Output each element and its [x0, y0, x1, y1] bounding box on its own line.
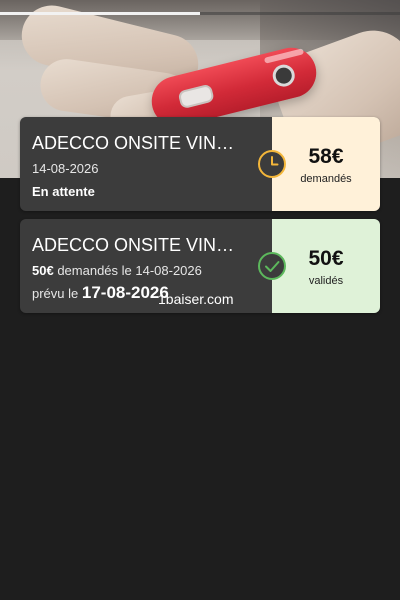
watermark: 1baiser.com: [158, 291, 234, 307]
planned-line: prévu le 17-08-2026: [32, 283, 169, 303]
requested-text: demandés le 14-08-2026: [57, 263, 202, 278]
card-details: ADECCO ONSITE VIN… 14-08-2026 En attente: [20, 117, 272, 211]
app-screen: ADECCO ONSITE VIN… 14-08-2026 En attente…: [0, 0, 400, 600]
phone-button: [177, 83, 215, 110]
advance-request-card[interactable]: ADECCO ONSITE VIN… 14-08-2026 En attente…: [20, 117, 380, 211]
phone-camera: [270, 62, 298, 89]
requested-line: 50€ demandés le 14-08-2026: [32, 263, 202, 278]
story-progress-fill: [0, 12, 200, 15]
card-details: ADECCO ONSITE VIN… 50€ demandés le 14-08…: [20, 219, 272, 313]
story-progress-bar: [0, 12, 400, 15]
employer-name: ADECCO ONSITE VIN…: [32, 235, 235, 255]
amount-label: validés: [308, 275, 344, 287]
amount-label: demandés: [300, 173, 352, 185]
employer-name: ADECCO ONSITE VIN…: [32, 133, 235, 153]
request-date: 14-08-2026: [32, 161, 99, 176]
amount-value: 50€: [308, 247, 344, 270]
clock-icon: [257, 149, 287, 179]
amount-panel: 58€ demandés: [272, 117, 380, 211]
amount-panel: 50€ validés: [272, 219, 380, 313]
status-label: En attente: [32, 184, 95, 199]
planned-prefix: prévu le: [32, 286, 79, 301]
amount-value: 58€: [308, 145, 344, 168]
requested-amount: 50€: [32, 263, 54, 278]
planned-date: 17-08-2026: [81, 283, 169, 302]
check-circle-icon: [257, 251, 287, 281]
